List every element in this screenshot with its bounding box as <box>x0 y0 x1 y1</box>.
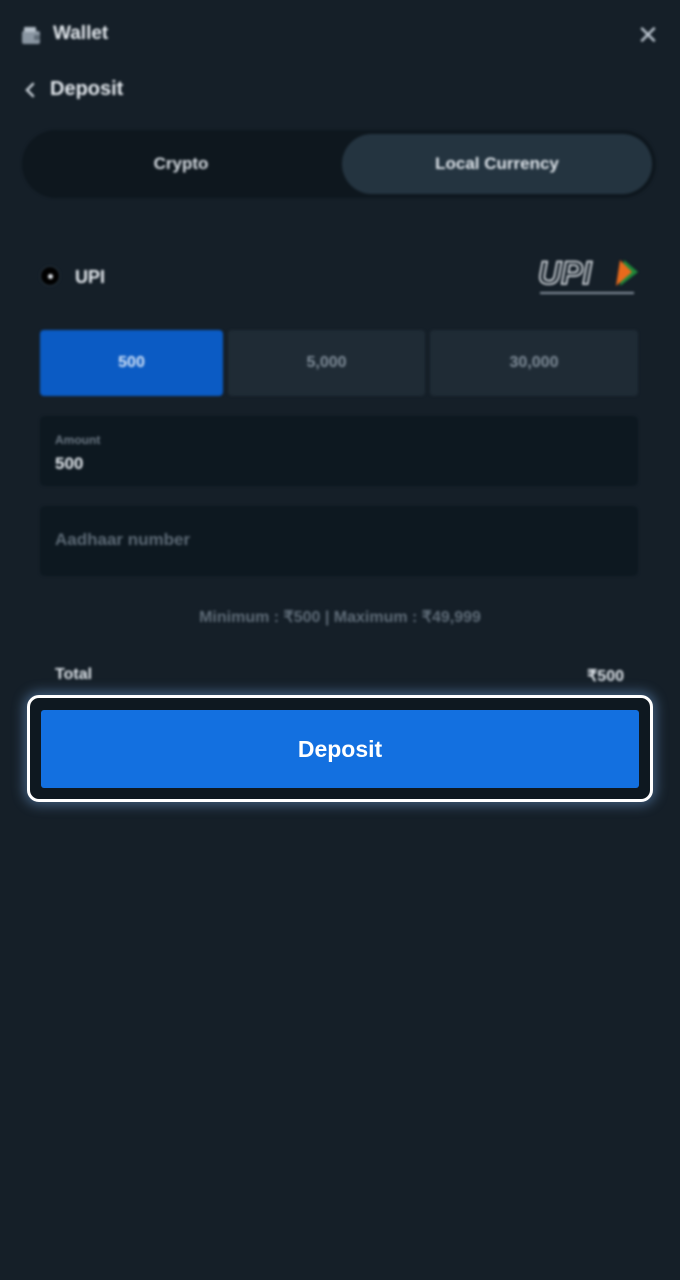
deposit-button-focus-ring: Deposit <box>27 695 653 802</box>
tab-crypto[interactable]: Crypto <box>26 134 336 194</box>
tab-local-currency[interactable]: Local Currency <box>342 134 652 194</box>
amount-presets: 500 5,000 30,000 <box>40 330 638 396</box>
upi-radio[interactable] <box>40 266 60 286</box>
wallet-icon <box>22 27 40 44</box>
amount-field[interactable]: Amount <box>40 416 638 486</box>
deposit-limits: Minimum : ₹500 | Maximum : ₹49,999 <box>199 609 481 626</box>
page-title: Deposit <box>50 78 124 100</box>
currency-tabs: Crypto Local Currency <box>22 130 656 198</box>
upi-logo-text: UPI <box>538 255 592 291</box>
payment-method-label: UPI <box>75 267 106 287</box>
total-value: ₹500 <box>587 668 624 685</box>
amount-label: Amount <box>55 433 101 447</box>
total-label: Total <box>55 666 93 683</box>
back-chevron-icon[interactable] <box>20 78 40 102</box>
preset-5000[interactable]: 5,000 <box>228 330 425 396</box>
upi-logo-icon: UPI <box>537 254 638 294</box>
preset-30000[interactable]: 30,000 <box>430 330 638 396</box>
payment-method-upi[interactable]: UPI UPI <box>40 250 640 304</box>
close-icon[interactable]: ✕ <box>636 22 660 48</box>
aadhaar-input[interactable] <box>55 530 615 550</box>
deposit-button[interactable]: Deposit <box>41 710 639 788</box>
header-title: Wallet <box>53 23 109 44</box>
preset-500[interactable]: 500 <box>40 330 223 396</box>
aadhaar-field[interactable] <box>40 506 638 576</box>
amount-input[interactable] <box>55 454 615 474</box>
deposit-subheader: Deposit <box>0 70 680 110</box>
wallet-header: Wallet ✕ <box>0 0 680 70</box>
